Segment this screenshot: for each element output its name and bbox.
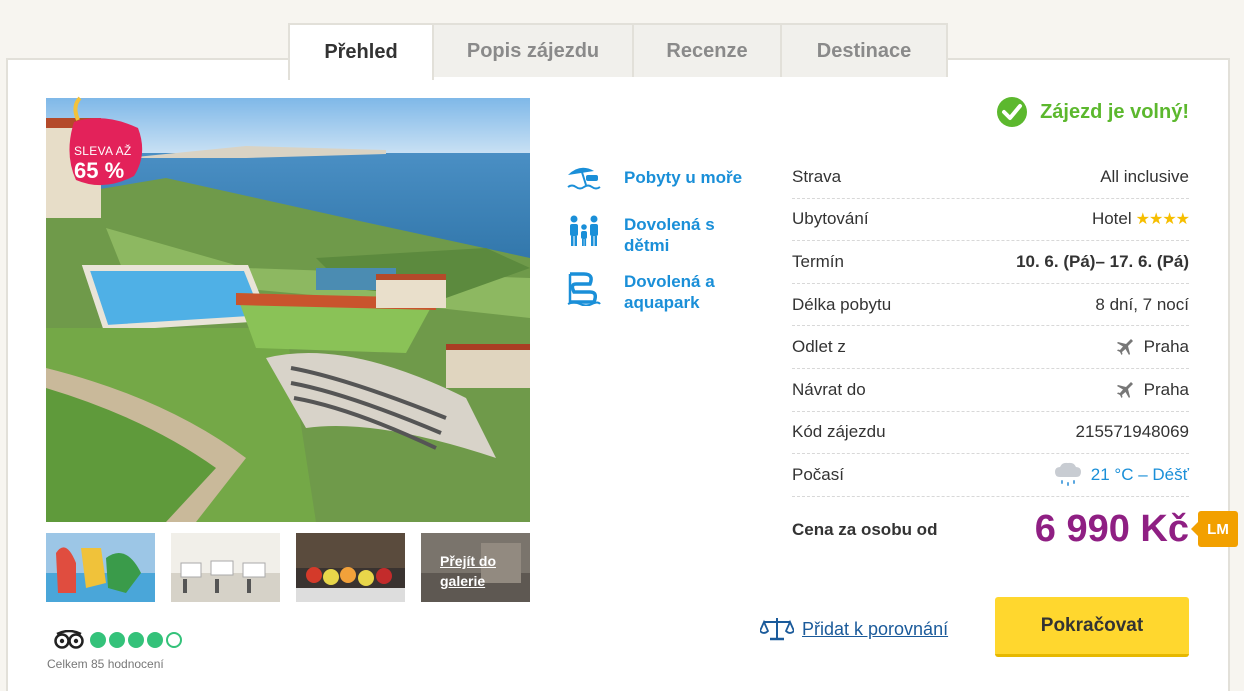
hotel-stars-icon: ★★★★ xyxy=(1135,211,1190,229)
rating-dot-filled xyxy=(147,632,163,648)
info-label: Kód zájezdu xyxy=(792,422,886,442)
waterslide-icon xyxy=(567,272,601,306)
tab-popis-zajezdu[interactable]: Popis zájezdu xyxy=(432,23,634,77)
gallery-link[interactable]: Přejít do galerie xyxy=(440,551,530,591)
info-label: Strava xyxy=(792,166,842,186)
add-to-compare-label[interactable]: Přidat k porovnání xyxy=(802,619,948,640)
plane-icon xyxy=(1116,339,1133,356)
info-row-pocasi: Počasí 21 °C – Déšť xyxy=(792,454,1189,497)
discount-tag-line2: 65 % xyxy=(74,158,125,183)
tripadvisor-owl-icon xyxy=(54,630,84,649)
info-value: Praha xyxy=(1116,380,1189,400)
info-label: Návrat do xyxy=(792,379,866,399)
price-row: Cena za osobu od 6 990 Kč xyxy=(792,508,1189,551)
category-family-label[interactable]: Dovolená s dětmi xyxy=(624,214,764,256)
info-row-ubytovani: Ubytování Hotel ★★★★ xyxy=(792,199,1190,242)
check-circle-icon xyxy=(997,97,1028,127)
info-row-strava: Strava All inclusive xyxy=(792,156,1189,199)
category-aquapark-label[interactable]: Dovolená a aquapark xyxy=(624,271,764,313)
info-value: 215571948069 xyxy=(1075,422,1189,442)
scales-icon xyxy=(760,618,794,641)
tab-prehled[interactable]: Přehled xyxy=(288,23,434,80)
rating-dot-filled xyxy=(128,632,144,648)
rating-dot-filled xyxy=(90,632,106,648)
info-value: 8 dní, 7 nocí xyxy=(1095,294,1189,314)
category-aquapark[interactable]: Dovolená a aquapark xyxy=(566,270,764,313)
thumbnail-buffet[interactable] xyxy=(296,533,405,602)
family-icon xyxy=(570,215,598,246)
accommodation-type: Hotel xyxy=(1091,209,1132,229)
return-city: Praha xyxy=(1143,379,1189,399)
rating-dot-empty xyxy=(166,632,182,648)
rain-cloud-icon xyxy=(1054,462,1081,486)
thumbnail-aquapark[interactable] xyxy=(46,533,155,602)
info-row-kod: Kód zájezdu 215571948069 xyxy=(792,412,1189,455)
rating-dots xyxy=(90,632,185,648)
info-label: Odlet z xyxy=(792,337,846,357)
category-beach-label[interactable]: Pobyty u moře xyxy=(624,167,764,197)
category-family[interactable]: Dovolená s dětmi xyxy=(566,213,764,256)
info-row-navrat: Návrat do Praha xyxy=(792,369,1189,412)
trip-info-table: Strava All inclusive Ubytování Hotel ★★★… xyxy=(792,156,1190,497)
info-row-termin: Termín 10. 6. (Pá)– 17. 6. (Pá) xyxy=(792,241,1189,284)
add-to-compare-link[interactable]: Přidat k porovnání xyxy=(760,616,948,642)
tab-bar: Přehled Popis zájezdu Recenze Destinace xyxy=(288,23,948,80)
beach-umbrella-icon xyxy=(567,167,601,190)
continue-button[interactable]: Pokračovat xyxy=(995,597,1189,657)
info-label: Počasí xyxy=(792,464,844,484)
info-value: All inclusive xyxy=(1100,166,1189,186)
tab-destinace[interactable]: Destinace xyxy=(780,23,948,77)
plane-icon xyxy=(1116,381,1133,398)
info-value: Praha xyxy=(1116,337,1189,357)
rating-count: Celkem 85 hodnocení xyxy=(47,657,164,671)
last-minute-badge: LM xyxy=(1191,511,1238,547)
category-beach[interactable]: Pobyty u moře xyxy=(566,161,764,197)
weather-text: 21 °C – Déšť xyxy=(1090,464,1189,484)
thumbnail-restaurant[interactable] xyxy=(171,533,280,602)
availability-text: Zájezd je volný! xyxy=(1040,100,1189,123)
info-label: Ubytování xyxy=(792,209,869,229)
rating-dot-filled xyxy=(109,632,125,648)
rating-widget[interactable] xyxy=(54,630,185,650)
info-value[interactable]: 21 °C – Déšť xyxy=(1053,461,1189,489)
info-row-odlet: Odlet z Praha xyxy=(792,326,1189,369)
info-value: Hotel ★★★★ xyxy=(1091,209,1190,229)
info-value: 10. 6. (Pá)– 17. 6. (Pá) xyxy=(1016,251,1189,271)
info-row-delka: Délka pobytu 8 dní, 7 nocí xyxy=(792,284,1189,327)
departure-city: Praha xyxy=(1143,337,1189,357)
info-label: Termín xyxy=(792,251,844,271)
tab-recenze[interactable]: Recenze xyxy=(632,23,782,77)
price-value: 6 990 Kč xyxy=(1034,508,1189,550)
discount-tag-line1: SLEVA AŽ xyxy=(74,144,132,158)
price-label: Cena za osobu od xyxy=(792,519,938,539)
availability-status: Zájezd je volný! xyxy=(996,96,1189,128)
info-label: Délka pobytu xyxy=(792,294,892,314)
